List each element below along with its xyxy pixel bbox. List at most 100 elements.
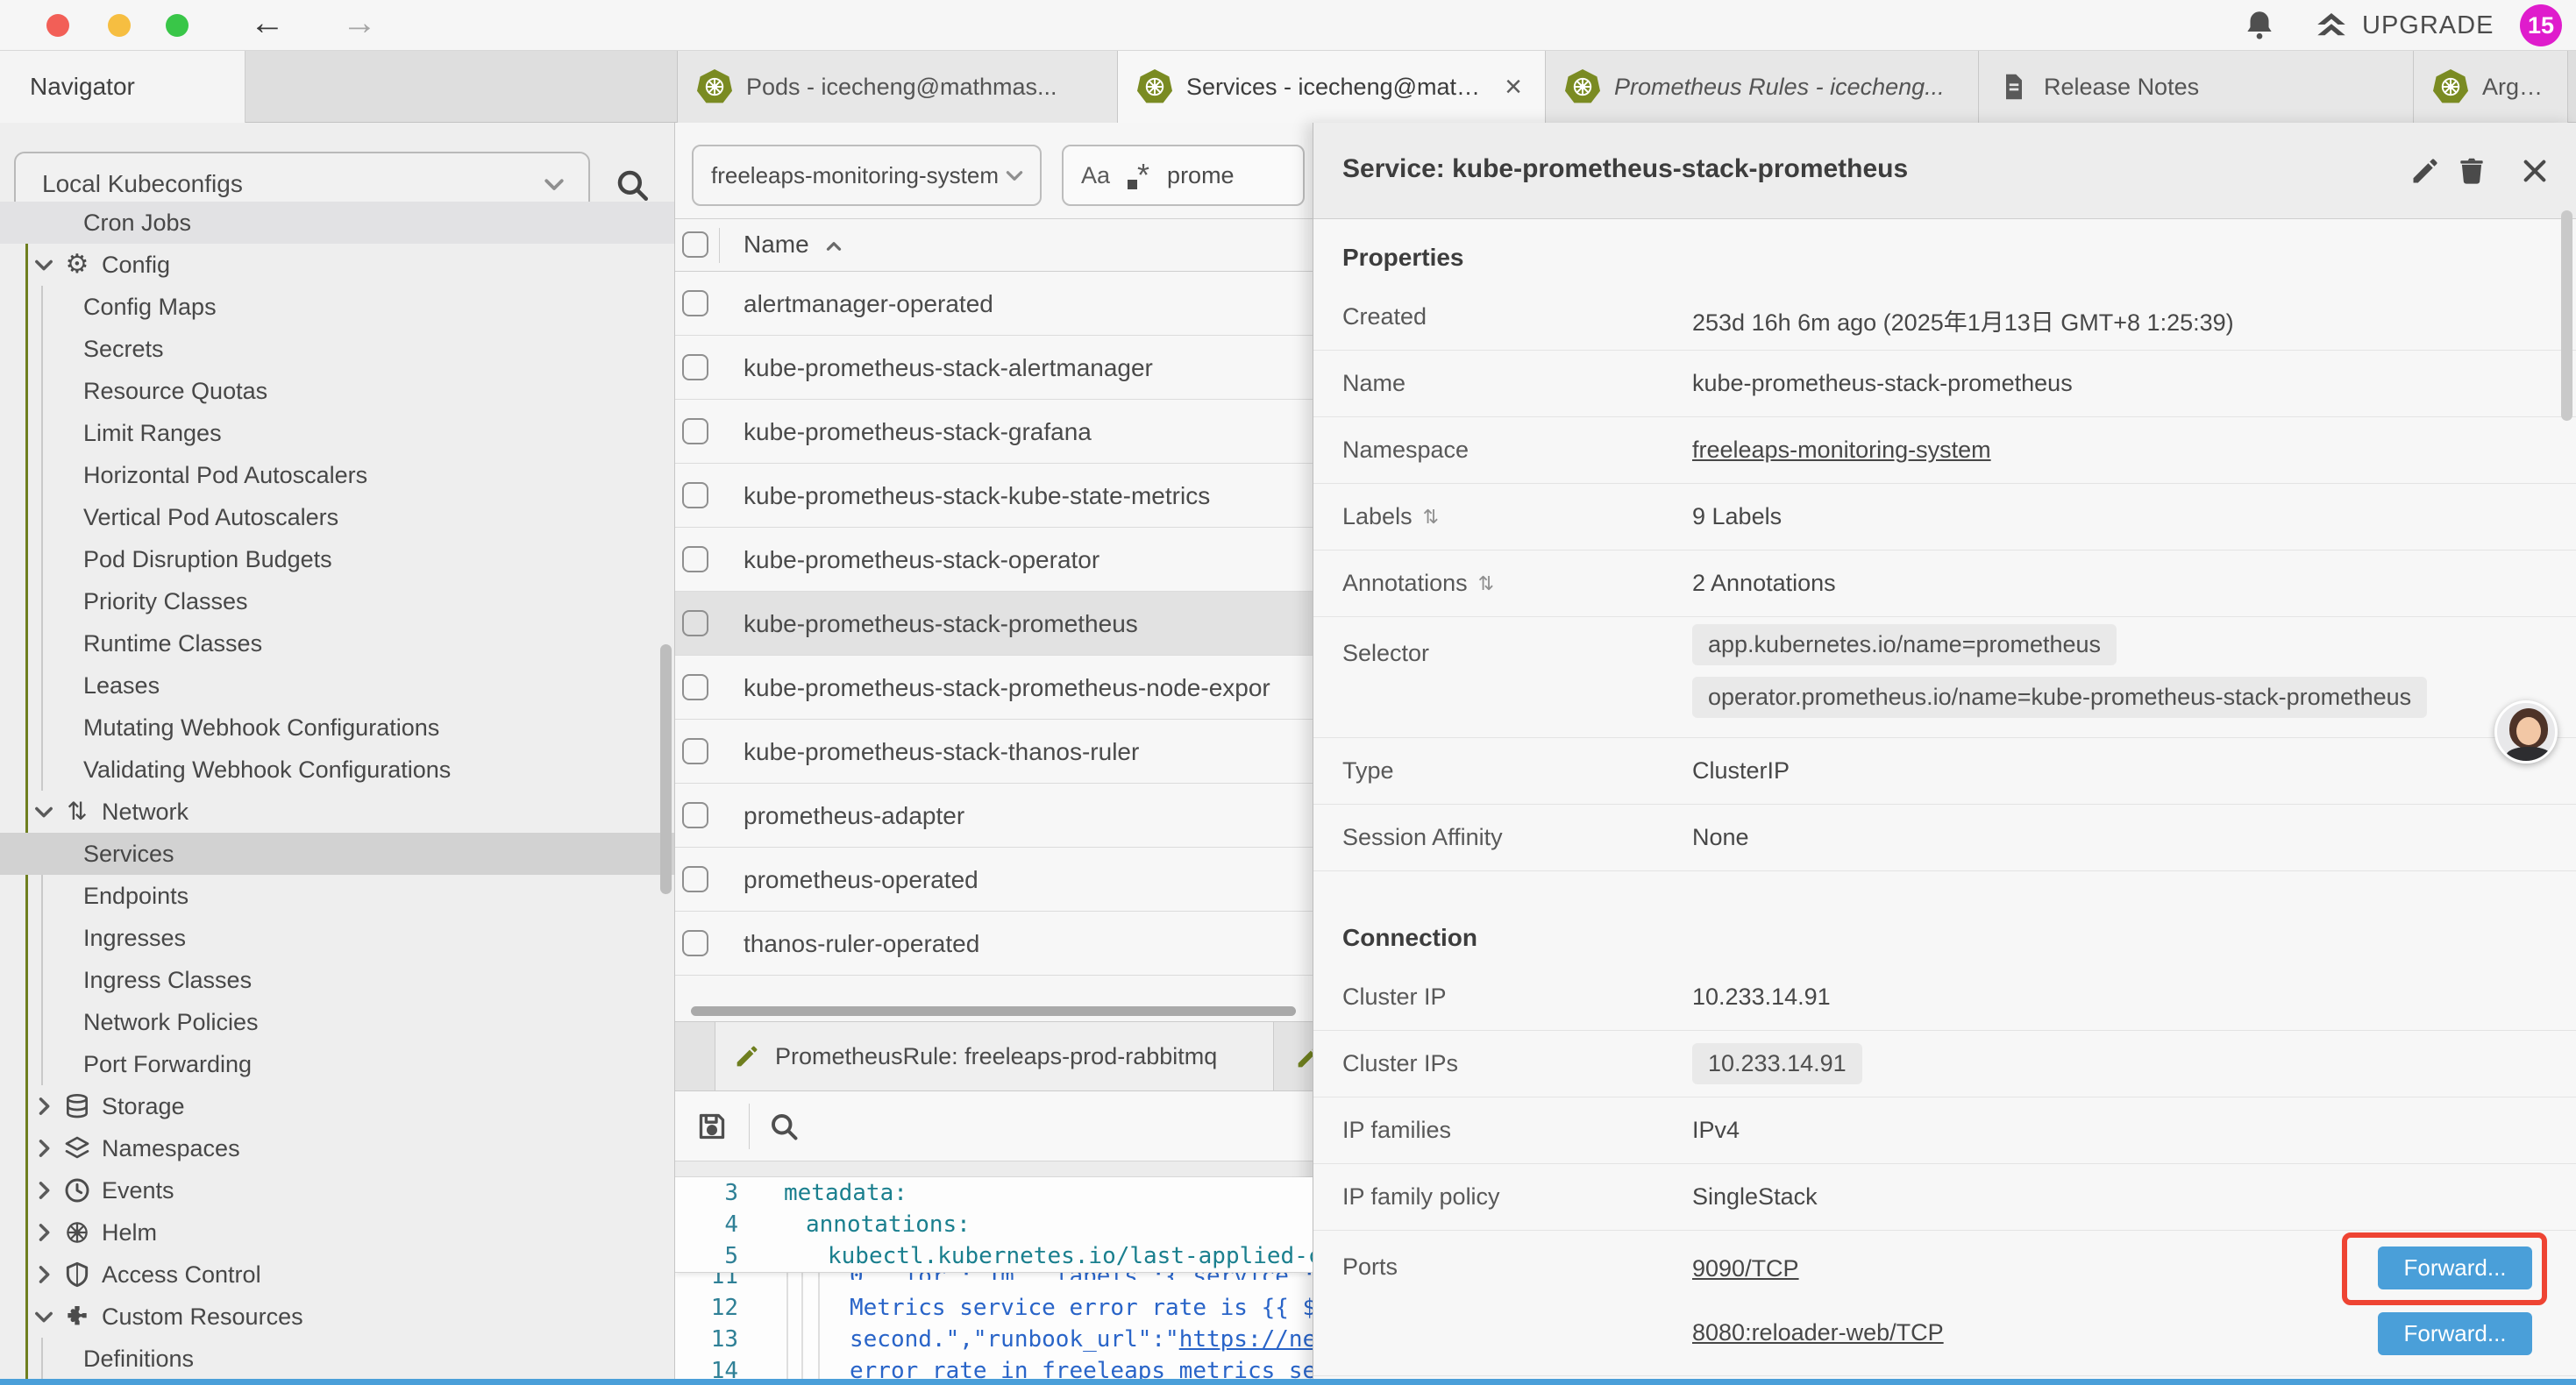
row-checkbox[interactable]	[682, 354, 708, 380]
sidebar-item-priority-classes[interactable]: Priority Classes	[0, 580, 674, 622]
sidebar-item-horizontal-pod-autoscalers[interactable]: Horizontal Pod Autoscalers	[0, 454, 674, 496]
port-link[interactable]: 8080:reloader-web/TCP	[1692, 1319, 1944, 1346]
detail-label: Ports	[1342, 1254, 1398, 1281]
sidebar-item-leases[interactable]: Leases	[0, 664, 674, 707]
chevron-right-icon[interactable]	[32, 1094, 56, 1119]
row-checkbox[interactable]	[682, 290, 708, 316]
row-checkbox[interactable]	[682, 866, 708, 892]
editor-tab-prometheusrule[interactable]: PrometheusRule: freeleaps-prod-rabbitmq	[715, 1022, 1274, 1090]
sidebar-item-pod-disruption-budgets[interactable]: Pod Disruption Budgets	[0, 538, 674, 580]
sidebar-item-limit-ranges[interactable]: Limit Ranges	[0, 412, 674, 454]
chevron-right-icon[interactable]	[32, 1220, 56, 1245]
chevron-down-icon[interactable]	[32, 799, 56, 824]
sidebar-item-endpoints[interactable]: Endpoints	[0, 875, 674, 917]
row-checkbox[interactable]	[682, 930, 708, 956]
namespace-selector[interactable]: freeleaps-monitoring-system	[692, 145, 1042, 206]
sidebar-item-ingress-classes[interactable]: Ingress Classes	[0, 959, 674, 1001]
chevron-right-icon[interactable]	[32, 1178, 56, 1203]
close-panel-icon[interactable]	[2518, 154, 2551, 188]
chevron-right-icon[interactable]	[32, 1136, 56, 1161]
row-checkbox[interactable]	[682, 546, 708, 572]
sidebar-item-custom-resources[interactable]: Custom Resources	[0, 1296, 674, 1338]
forward-button[interactable]: Forward...	[2378, 1312, 2532, 1355]
row-checkbox[interactable]	[682, 418, 708, 444]
sidebar-item-runtime-classes[interactable]: Runtime Classes	[0, 622, 674, 664]
delete-trash-icon[interactable]	[2455, 154, 2488, 188]
table-row-kube-prometheus-stack-prometheus-node-expor[interactable]: kube-prometheus-stack-prometheus-node-ex…	[675, 656, 1313, 720]
sidebar-item-resource-quotas[interactable]: Resource Quotas	[0, 370, 674, 412]
detail-scrollbar[interactable]	[2561, 210, 2572, 421]
sidebar-item-network[interactable]: ⇅Network	[0, 791, 674, 833]
table-row-alertmanager-operated[interactable]: alertmanager-operated	[675, 272, 1313, 336]
sort-arrows-icon[interactable]: ⇅	[1478, 572, 1494, 595]
table-row-kube-prometheus-stack-alertmanager[interactable]: kube-prometheus-stack-alertmanager	[675, 336, 1313, 400]
row-checkbox[interactable]	[682, 482, 708, 508]
minimize-window-button[interactable]	[108, 14, 131, 37]
zoom-window-button[interactable]	[166, 14, 189, 37]
sidebar-item-vertical-pod-autoscalers[interactable]: Vertical Pod Autoscalers	[0, 496, 674, 538]
row-checkbox[interactable]	[682, 674, 708, 700]
yaml-editor[interactable]: 3metadata:4annotations:5kubectl.kubernet…	[675, 1177, 1313, 1385]
close-tab-icon[interactable]: ×	[1501, 70, 1526, 104]
close-window-button[interactable]	[46, 14, 69, 37]
tab-services-icecheng-math[interactable]: Services - icecheng@math...×	[1118, 51, 1546, 123]
editor-search-icon[interactable]	[768, 1111, 800, 1142]
sidebar-item-events[interactable]: Events	[0, 1169, 674, 1211]
sidebar-scrollbar[interactable]	[660, 644, 672, 894]
filter-input[interactable]: Aa * prome	[1062, 145, 1305, 206]
sidebar-item-validating-webhook-configurations[interactable]: Validating Webhook Configurations	[0, 749, 674, 791]
sort-ascending-icon[interactable]	[822, 235, 845, 258]
row-checkbox[interactable]	[682, 802, 708, 828]
match-case-toggle[interactable]: Aa	[1081, 162, 1110, 189]
tab-prometheus-rules-icecheng[interactable]: Prometheus Rules - icecheng...	[1546, 51, 1979, 123]
regex-toggle[interactable]: *	[1128, 162, 1149, 189]
sidebar-item-namespaces[interactable]: Namespaces	[0, 1127, 674, 1169]
table-row-kube-prometheus-stack-thanos-ruler[interactable]: kube-prometheus-stack-thanos-ruler	[675, 720, 1313, 784]
edit-pencil-icon[interactable]	[2409, 154, 2442, 188]
sidebar-search-icon[interactable]	[614, 167, 651, 203]
tab-navigator[interactable]: Navigator	[0, 51, 246, 123]
sidebar-item-config-maps[interactable]: Config Maps	[0, 286, 674, 328]
avatar[interactable]	[2494, 700, 2558, 764]
table-row-thanos-ruler-operated[interactable]: thanos-ruler-operated	[675, 912, 1313, 976]
table-row-prometheus-adapter[interactable]: prometheus-adapter	[675, 784, 1313, 848]
sidebar-item-access-control[interactable]: Access Control	[0, 1254, 674, 1296]
chevron-down-icon[interactable]	[32, 252, 56, 277]
row-checkbox[interactable]	[682, 738, 708, 764]
window-titlebar: ← → UPGRADE 15	[0, 0, 2576, 51]
sidebar-item-services[interactable]: Services	[0, 833, 674, 875]
detail-value-link[interactable]: freeleaps-monitoring-system	[1692, 437, 1991, 464]
sort-arrows-icon[interactable]: ⇅	[1423, 506, 1439, 529]
table-row-kube-prometheus-stack-operator[interactable]: kube-prometheus-stack-operator	[675, 528, 1313, 592]
tab-release-notes[interactable]: Release Notes	[1979, 51, 2414, 123]
sidebar-item-definitions[interactable]: Definitions	[0, 1338, 674, 1380]
tab-pods-icecheng-mathmas[interactable]: Pods - icecheng@mathmas...	[678, 51, 1118, 123]
table-row-kube-prometheus-stack-kube-state-metrics[interactable]: kube-prometheus-stack-kube-state-metrics	[675, 464, 1313, 528]
notification-count-badge[interactable]: 15	[2520, 4, 2562, 46]
sidebar-item-ingresses[interactable]: Ingresses	[0, 917, 674, 959]
sidebar-item-port-forwarding[interactable]: Port Forwarding	[0, 1043, 674, 1085]
upgrade-button[interactable]: UPGRADE	[2313, 5, 2494, 46]
notifications-bell-icon[interactable]	[2241, 7, 2278, 44]
chevron-right-icon[interactable]	[32, 1262, 56, 1287]
table-row-kube-prometheus-stack-prometheus[interactable]: kube-prometheus-stack-prometheus	[675, 592, 1313, 656]
row-checkbox[interactable]	[682, 610, 708, 636]
sidebar-item-storage[interactable]: Storage	[0, 1085, 674, 1127]
table-row-prometheus-operated[interactable]: prometheus-operated	[675, 848, 1313, 912]
select-all-checkbox[interactable]	[682, 231, 708, 258]
save-icon[interactable]	[694, 1109, 729, 1144]
tab-argo-se[interactable]: Argo Se	[2414, 51, 2568, 123]
table-row-kube-prometheus-stack-grafana[interactable]: kube-prometheus-stack-grafana	[675, 400, 1313, 464]
chevron-down-icon[interactable]	[32, 1304, 56, 1329]
sidebar-item-network-policies[interactable]: Network Policies	[0, 1001, 674, 1043]
sidebar-item-secrets[interactable]: Secrets	[0, 328, 674, 370]
sidebar-item-mutating-webhook-configurations[interactable]: Mutating Webhook Configurations	[0, 707, 674, 749]
name-column-header[interactable]: Name	[744, 231, 809, 259]
sidebar-item-helm[interactable]: Helm	[0, 1211, 674, 1254]
back-button[interactable]: ←	[250, 4, 285, 43]
sidebar-item-cron-jobs[interactable]: Cron Jobs	[0, 202, 674, 244]
port-link[interactable]: 9090/TCP	[1692, 1255, 1799, 1282]
sidebar-item-config[interactable]: ⚙Config	[0, 244, 674, 286]
forward-button[interactable]: →	[342, 4, 377, 43]
horizontal-scrollbar[interactable]	[691, 1006, 1296, 1016]
